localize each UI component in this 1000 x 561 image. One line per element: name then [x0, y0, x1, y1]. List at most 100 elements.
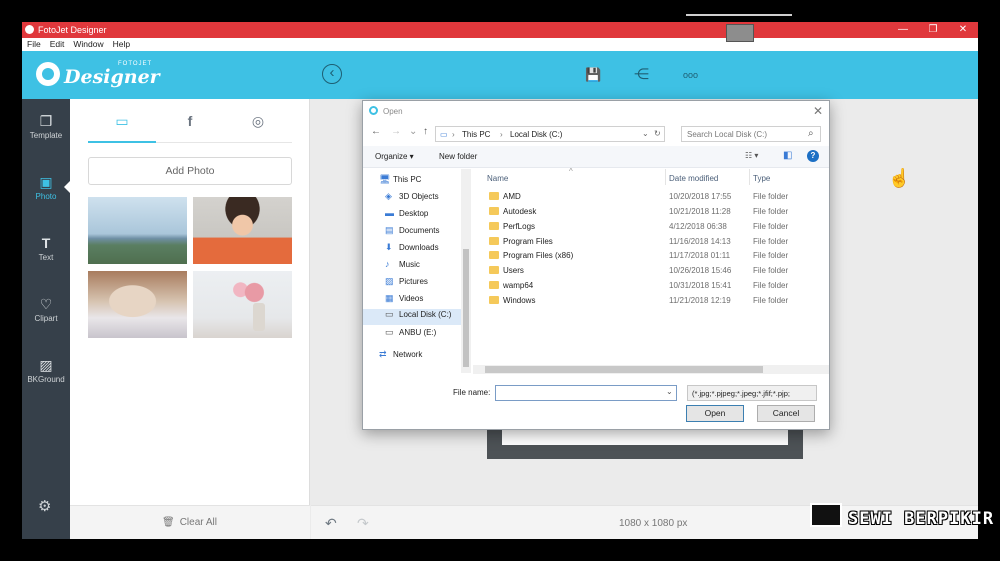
file-row[interactable]: AMD 10/20/2018 17:55 File folder: [473, 190, 829, 205]
back-arrow-icon[interactable]: ←: [371, 126, 381, 137]
file-name: Windows: [503, 296, 536, 305]
computer-icon: 🖥: [379, 174, 391, 184]
videos-icon: ▦: [385, 293, 394, 303]
breadcrumb-sep-icon: ›: [500, 130, 503, 139]
tree-anbu-e[interactable]: ▭ ANBU (E:): [385, 327, 436, 343]
file-row[interactable]: wamp64 10/31/2018 15:41 File folder: [473, 279, 829, 294]
file-name-row: File name: ⌄ (*.jpg;*.pjpeg;*.jpeg;*.jfi…: [363, 383, 829, 405]
save-icon[interactable]: 💾: [585, 67, 601, 83]
nav-bkground[interactable]: ▨ BKGround: [22, 349, 70, 403]
file-name-dropdown-icon[interactable]: ⌄: [666, 387, 673, 396]
file-row[interactable]: PerfLogs 4/12/2018 06:38 File folder: [473, 220, 829, 235]
column-date-modified[interactable]: Date modified: [669, 174, 718, 183]
nav-text[interactable]: T Text: [22, 227, 70, 281]
up-arrow-icon[interactable]: ↑: [423, 126, 428, 137]
file-row[interactable]: Program Files (x86) 11/17/2018 01:11 File …: [473, 249, 829, 264]
address-dropdown-icon[interactable]: ⌄: [642, 129, 649, 138]
file-row[interactable]: Program Files 11/16/2018 14:13 File folder: [473, 235, 829, 250]
forward-arrow-icon[interactable]: →: [391, 126, 401, 137]
tree-downloads[interactable]: ⬇ Downloads: [385, 242, 439, 258]
file-type: File folder: [753, 266, 789, 275]
tree-videos[interactable]: ▦ Videos: [385, 293, 423, 309]
tree-this-pc[interactable]: 🖥 This PC: [379, 174, 421, 190]
menu-window[interactable]: Window: [68, 38, 107, 49]
tab-computer-icon[interactable]: ▭: [92, 113, 152, 130]
view-options-icon[interactable]: ☷ ▾: [745, 151, 758, 160]
sort-arrow-icon: ^: [569, 167, 573, 176]
tree-local-disk-c-label: Local Disk (C:): [399, 310, 452, 319]
tree-documents[interactable]: ▤ Documents: [385, 225, 439, 241]
laptop-icon: [810, 503, 842, 527]
tree-music[interactable]: ♪ Music: [385, 259, 420, 275]
menu-edit[interactable]: Edit: [45, 38, 69, 49]
file-row[interactable]: Windows 11/21/2018 12:19 File folder: [473, 294, 829, 309]
add-photo-button[interactable]: Add Photo: [88, 157, 292, 185]
breadcrumb-this-pc[interactable]: This PC: [462, 130, 490, 139]
nav-bkground-label: BKGround: [27, 375, 65, 384]
recent-locations-icon[interactable]: ⌄: [409, 126, 417, 137]
nav-template[interactable]: ❐ Template: [22, 105, 70, 159]
photo-thumb-lighthouse[interactable]: [88, 197, 187, 264]
app-header: Designer FOTOJET ‹ 💾 ⋲ ooo: [22, 51, 978, 99]
organize-button[interactable]: Organize ▾: [375, 152, 414, 161]
clear-all-button[interactable]: 🗑 Clear All: [162, 517, 217, 528]
breadcrumb-local-disk[interactable]: Local Disk (C:): [510, 130, 562, 139]
tree-desktop[interactable]: ▬ Desktop: [385, 208, 428, 224]
horizontal-scroll-thumb[interactable]: [485, 366, 763, 373]
tree-pictures[interactable]: ▨ Pictures: [385, 276, 428, 292]
preview-pane-icon[interactable]: ◧: [783, 150, 792, 161]
file-date: 11/16/2018 14:13: [669, 237, 731, 246]
menu-help[interactable]: Help: [108, 38, 134, 49]
drive-icon: ▭: [385, 327, 394, 337]
photo-thumb-woman[interactable]: [193, 197, 292, 264]
close-button[interactable]: ✕: [948, 22, 978, 38]
horizontal-scrollbar[interactable]: [473, 365, 829, 374]
nav-photo[interactable]: ▣ Photo: [22, 166, 70, 220]
refresh-icon[interactable]: ↻: [654, 129, 661, 138]
settings-icon[interactable]: ⚙: [38, 497, 51, 515]
address-bar[interactable]: ▭ › This PC › Local Disk (C:) ⌄ ↻: [435, 126, 665, 142]
file-name: Program Files: [503, 237, 553, 246]
redo-icon[interactable]: ↷: [357, 515, 369, 532]
logo-word: Designer: [64, 66, 160, 88]
tree-network[interactable]: ⇄ Network: [379, 349, 422, 365]
nav-clipart-label: Clipart: [34, 314, 58, 323]
open-file-dialog: Open ✕ ← → ⌄ ↑ ▭ › This PC › Local Disk …: [362, 100, 830, 430]
tab-facebook-icon[interactable]: f: [160, 113, 220, 129]
maximize-button[interactable]: ❐: [918, 22, 948, 38]
file-name: Users: [503, 266, 524, 275]
more-icon[interactable]: ooo: [683, 70, 698, 80]
tree-local-disk-c[interactable]: ▭ Local Disk (C:): [363, 309, 461, 325]
column-divider: [749, 169, 750, 185]
tab-web-icon[interactable]: ◎: [228, 113, 288, 130]
share-icon[interactable]: ⋲: [634, 65, 649, 83]
open-button[interactable]: Open: [686, 405, 744, 422]
back-icon[interactable]: ‹: [322, 64, 342, 84]
file-type: File folder: [753, 251, 789, 260]
window-title: FotoJet Designer: [38, 25, 107, 35]
cancel-button[interactable]: Cancel: [757, 405, 815, 422]
dialog-close-button[interactable]: ✕: [813, 104, 823, 118]
column-type[interactable]: Type: [753, 174, 770, 183]
column-name[interactable]: Name: [487, 174, 508, 183]
minimize-button[interactable]: —: [888, 22, 918, 38]
file-type-select[interactable]: (*.jpg;*.pjpeg;*.jpeg;*.jfif;*.pjp;: [687, 385, 817, 401]
photo-thumb-cat[interactable]: [88, 271, 187, 338]
screen-edge-decoration: [686, 14, 792, 22]
tree-3d-objects[interactable]: ◈ 3D Objects: [385, 191, 439, 207]
file-date: 10/26/2018 15:46: [669, 266, 732, 275]
file-row[interactable]: Autodesk 10/21/2018 11:28 File folder: [473, 205, 829, 220]
menu-file[interactable]: File: [22, 38, 45, 49]
new-folder-button[interactable]: New folder: [439, 152, 477, 161]
file-name-input[interactable]: ⌄: [495, 385, 677, 401]
photo-thumb-flowers[interactable]: [193, 271, 292, 338]
nav-clipart[interactable]: ♡ Clipart: [22, 288, 70, 342]
search-input[interactable]: Search Local Disk (C:) ⌕: [681, 126, 821, 142]
file-row[interactable]: Users 10/26/2018 15:46 File folder: [473, 264, 829, 279]
file-type-value: (*.jpg;*.pjpeg;*.jpeg;*.jfif;*.pjp;: [692, 389, 790, 398]
help-icon[interactable]: ?: [807, 150, 819, 162]
tree-scroll-thumb[interactable]: [463, 249, 469, 367]
side-nav: ❐ Template ▣ Photo T Text ♡ Clipart ▨ BK…: [22, 99, 70, 539]
undo-icon[interactable]: ↶: [325, 515, 337, 532]
folder-icon: [489, 192, 499, 200]
